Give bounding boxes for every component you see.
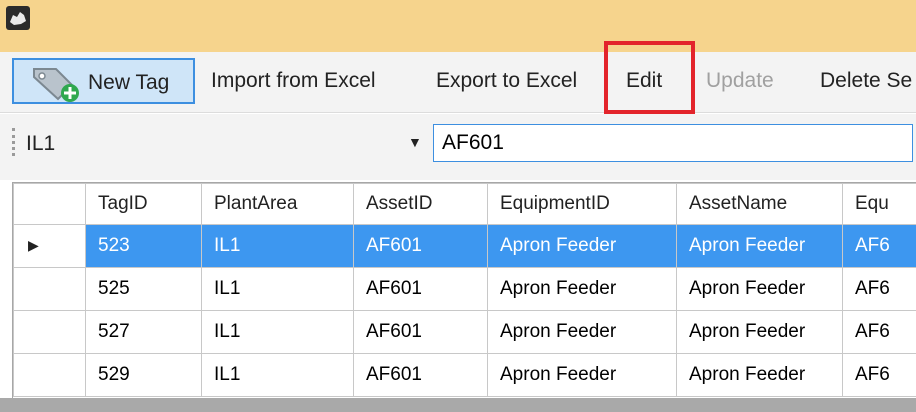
row-header[interactable]	[13, 353, 86, 397]
cell-assetname[interactable]: Apron Feeder	[676, 353, 843, 397]
cell-equipmentid[interactable]: Apron Feeder	[487, 353, 677, 397]
asset-search-input[interactable]	[433, 124, 913, 162]
grid-bottom-border	[0, 398, 916, 412]
table-row[interactable]: ▶ 523 IL1 AF601 Apron Feeder Apron Feede…	[13, 224, 916, 268]
delete-selected-button[interactable]: Delete Se	[820, 58, 912, 104]
toolbar: New Tag Import from Excel Export to Exce…	[0, 52, 916, 113]
cell-equipmentid[interactable]: Apron Feeder	[487, 267, 677, 311]
tag-add-icon	[28, 63, 84, 103]
toolbar-grip[interactable]	[12, 128, 18, 156]
cell-equ[interactable]: AF6	[842, 224, 916, 268]
cell-assetid[interactable]: AF601	[353, 224, 488, 268]
cell-plantarea[interactable]: IL1	[201, 310, 354, 354]
cell-equ[interactable]: AF6	[842, 310, 916, 354]
new-tag-button[interactable]: New Tag	[12, 58, 195, 104]
column-header-assetid[interactable]: AssetID	[353, 183, 488, 225]
cell-tagid[interactable]: 529	[85, 353, 202, 397]
table-row[interactable]: 525 IL1 AF601 Apron Feeder Apron Feeder …	[13, 267, 916, 311]
column-header-plantarea[interactable]: PlantArea	[201, 183, 354, 225]
grid-corner-cell	[13, 183, 86, 225]
filter-toolbar: IL1 ▼	[0, 114, 916, 180]
cell-tagid[interactable]: 523	[85, 224, 202, 268]
cell-plantarea[interactable]: IL1	[201, 224, 354, 268]
column-header-equipmentid[interactable]: EquipmentID	[487, 183, 677, 225]
cell-assetname[interactable]: Apron Feeder	[676, 267, 843, 311]
cell-assetname[interactable]: Apron Feeder	[676, 310, 843, 354]
new-tag-label: New Tag	[88, 71, 170, 94]
table-row[interactable]: 527 IL1 AF601 Apron Feeder Apron Feeder …	[13, 310, 916, 354]
import-from-excel-button[interactable]: Import from Excel	[211, 58, 376, 104]
cell-tagid[interactable]: 525	[85, 267, 202, 311]
cell-equ[interactable]: AF6	[842, 353, 916, 397]
cell-assetname[interactable]: Apron Feeder	[676, 224, 843, 268]
grid-header-row: TagID PlantArea AssetID EquipmentID Asse…	[13, 183, 916, 225]
export-to-excel-button[interactable]: Export to Excel	[436, 58, 577, 104]
column-header-assetname[interactable]: AssetName	[676, 183, 843, 225]
cell-tagid[interactable]: 527	[85, 310, 202, 354]
cell-plantarea[interactable]: IL1	[201, 353, 354, 397]
update-button[interactable]: Update	[706, 58, 774, 104]
column-header-equ[interactable]: Equ	[842, 183, 916, 225]
table-row[interactable]: 529 IL1 AF601 Apron Feeder Apron Feeder …	[13, 353, 916, 397]
cell-equipmentid[interactable]: Apron Feeder	[487, 310, 677, 354]
plant-area-value: IL1	[26, 132, 56, 155]
cell-equ[interactable]: AF6	[842, 267, 916, 311]
cell-assetid[interactable]: AF601	[353, 353, 488, 397]
edit-highlight-box	[604, 41, 695, 114]
current-row-arrow-icon: ▶	[28, 237, 39, 253]
cell-assetid[interactable]: AF601	[353, 267, 488, 311]
cell-equipmentid[interactable]: Apron Feeder	[487, 224, 677, 268]
column-header-tagid[interactable]: TagID	[85, 183, 202, 225]
dropdown-arrow-icon[interactable]: ▼	[408, 134, 422, 150]
row-header[interactable]: ▶	[13, 224, 86, 268]
title-bar	[0, 0, 916, 52]
app-icon	[6, 6, 30, 30]
cell-assetid[interactable]: AF601	[353, 310, 488, 354]
row-header[interactable]	[13, 267, 86, 311]
cell-plantarea[interactable]: IL1	[201, 267, 354, 311]
tags-data-grid[interactable]: TagID PlantArea AssetID EquipmentID Asse…	[12, 182, 916, 399]
row-header[interactable]	[13, 310, 86, 354]
